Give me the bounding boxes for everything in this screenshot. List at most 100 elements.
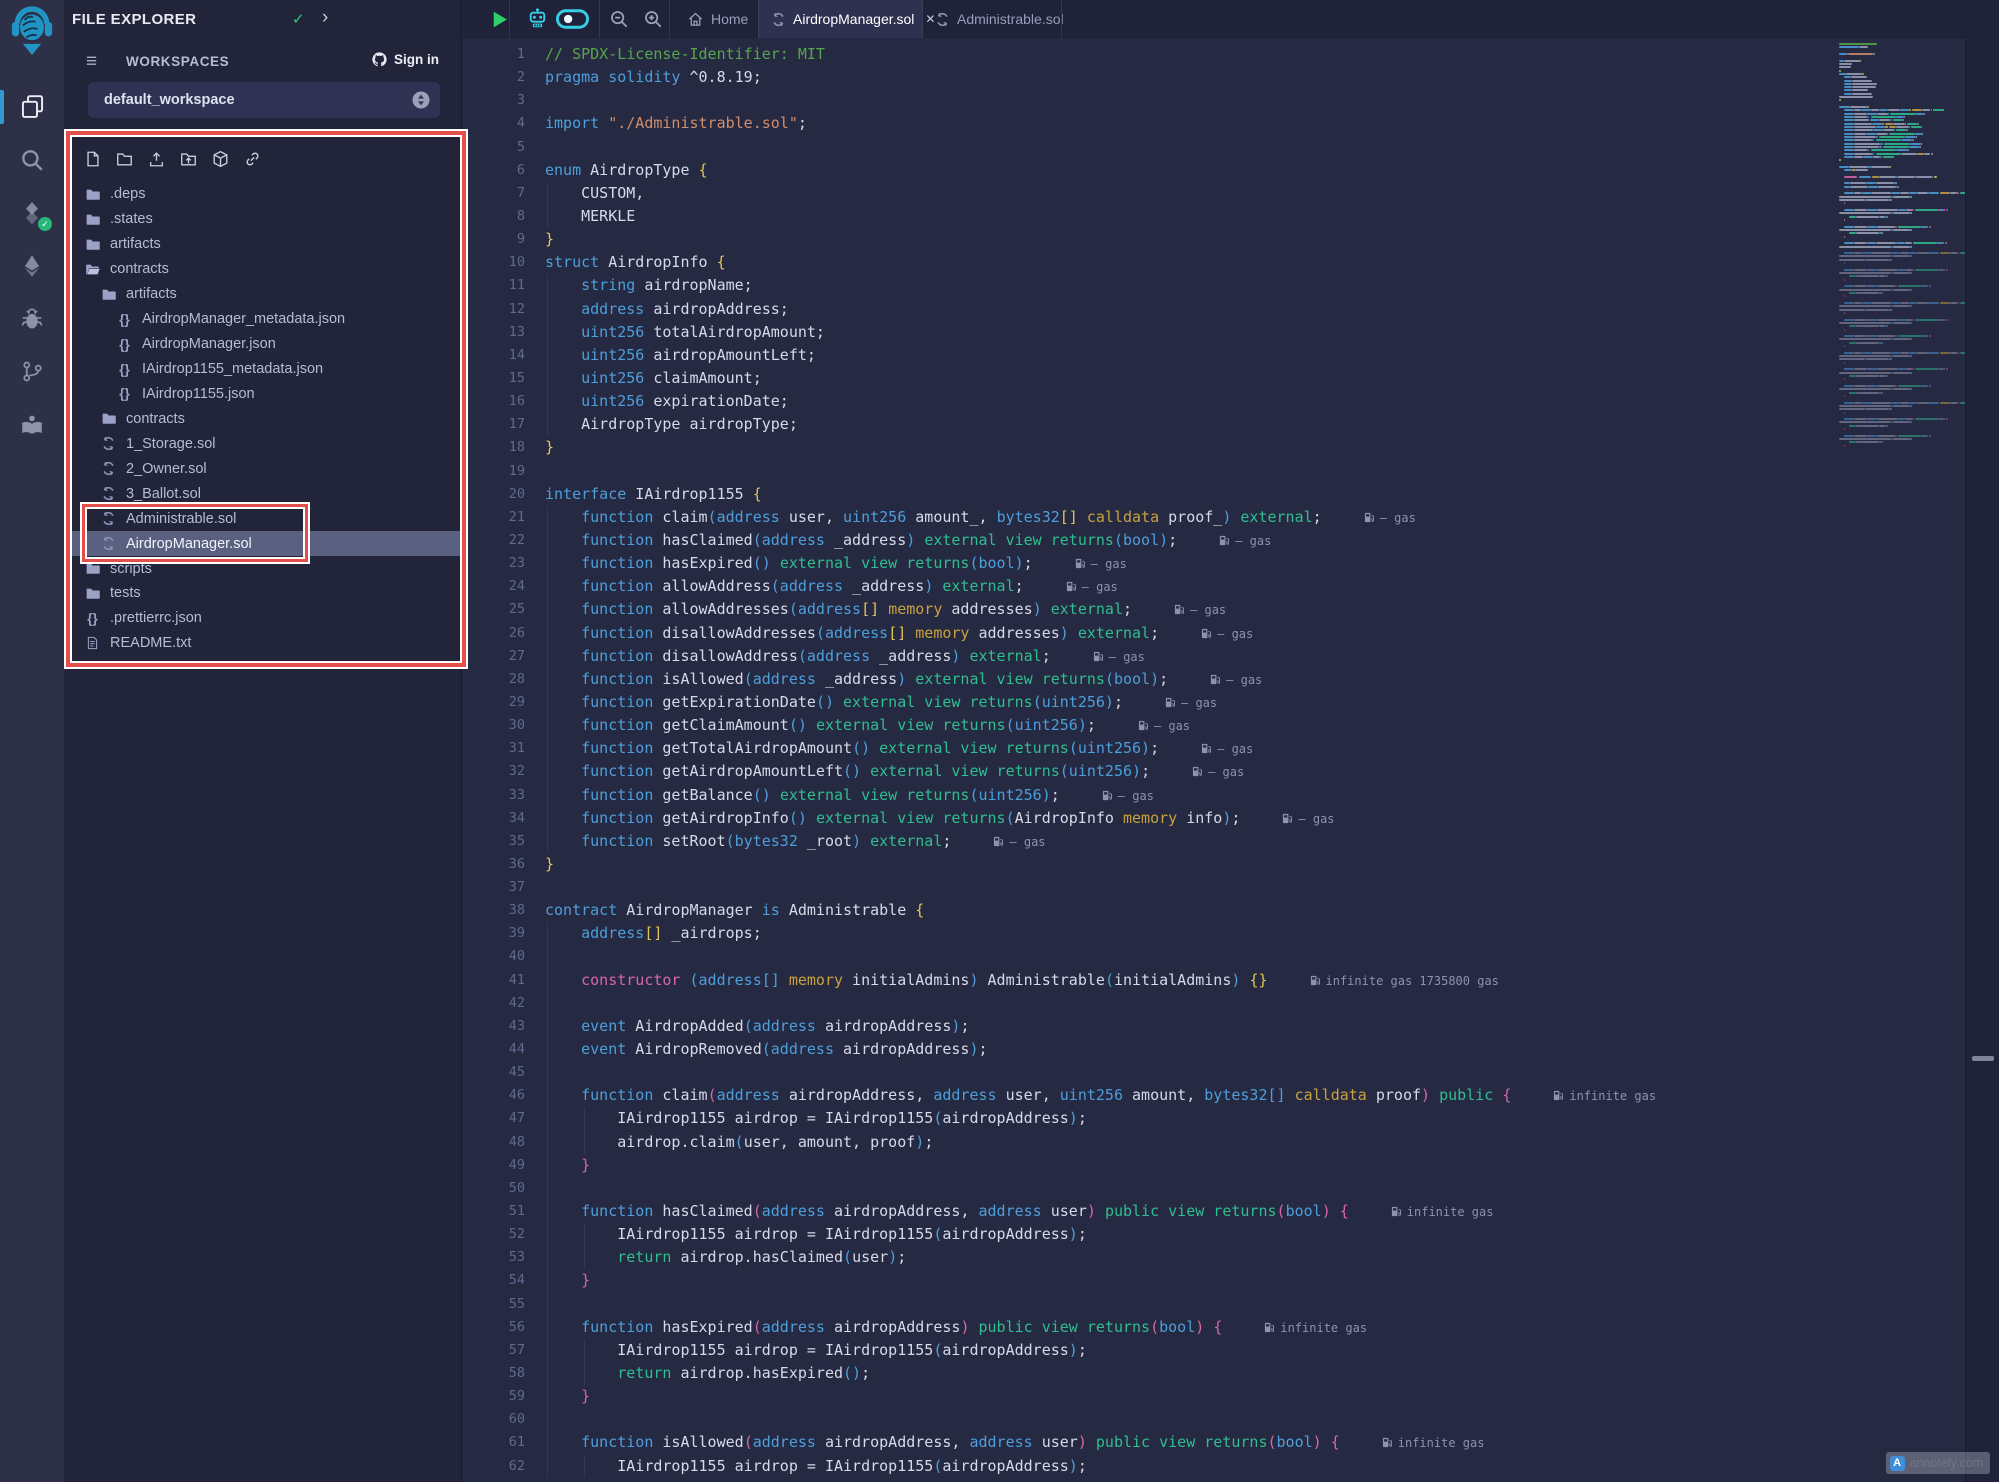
code-line-10[interactable]: 10struct AirdropInfo { xyxy=(463,251,1835,274)
code-line-41[interactable]: 41 constructor (address[] memory initial… xyxy=(463,969,1835,992)
code-line-38[interactable]: 38contract AirdropManager is Administrab… xyxy=(463,899,1835,922)
code-line-49[interactable]: 49 } xyxy=(463,1154,1835,1177)
code-line-37[interactable]: 37 xyxy=(463,876,1835,899)
code-line-2[interactable]: 2pragma solidity ^0.8.19; xyxy=(463,66,1835,89)
tree-item--prettierrc-json[interactable]: {}.prettierrc.json xyxy=(64,606,461,631)
code-line-7[interactable]: 7 CUSTOM, xyxy=(463,182,1835,205)
code-line-35[interactable]: 35 function setRoot(bytes32 _root) exter… xyxy=(463,830,1835,853)
run-script-button[interactable] xyxy=(489,0,510,38)
code-line-31[interactable]: 31 function getTotalAirdropAmount() exte… xyxy=(463,737,1835,760)
tree-item-iairdrop1155-json[interactable]: {}IAirdrop1155.json xyxy=(64,382,461,407)
code-line-22[interactable]: 22 function hasClaimed(address _address)… xyxy=(463,529,1835,552)
zoom-in-button[interactable] xyxy=(643,0,663,38)
tree-item-iairdrop1155-metadata-json[interactable]: {}IAirdrop1155_metadata.json xyxy=(64,357,461,382)
code-line-54[interactable]: 54 } xyxy=(463,1269,1835,1292)
code-line-15[interactable]: 15 uint256 claimAmount; xyxy=(463,367,1835,390)
code-line-19[interactable]: 19 xyxy=(463,460,1835,483)
code-line-4[interactable]: 4import "./Administrable.sol"; xyxy=(463,112,1835,135)
code-line-48[interactable]: 48 airdrop.claim(user, amount, proof); xyxy=(463,1131,1835,1154)
code-line-32[interactable]: 32 function getAirdropAmountLeft() exter… xyxy=(463,760,1835,783)
import-link-button[interactable] xyxy=(243,150,262,168)
new-folder-button[interactable] xyxy=(115,150,134,168)
tree-item--deps[interactable]: .deps xyxy=(64,182,461,207)
code-line-58[interactable]: 58 return airdrop.hasExpired(); xyxy=(463,1362,1835,1385)
workspace-select[interactable]: default_workspace xyxy=(88,82,440,118)
tree-item-contracts[interactable]: contracts xyxy=(64,406,461,431)
code-line-60[interactable]: 60 xyxy=(463,1408,1835,1431)
tree-item-airdropmanager-metadata-json[interactable]: {}AirdropManager_metadata.json xyxy=(64,307,461,332)
code-line-27[interactable]: 27 function disallowAddress(address _add… xyxy=(463,645,1835,668)
code-line-50[interactable]: 50 xyxy=(463,1177,1835,1200)
code-line-20[interactable]: 20interface IAirdrop1155 { xyxy=(463,483,1835,506)
activity-item-learneth[interactable] xyxy=(0,398,64,451)
tree-item-1-storage-sol[interactable]: 1_Storage.sol xyxy=(64,431,461,456)
tree-item-readme-txt[interactable]: README.txt xyxy=(64,631,461,656)
tab-airdropmanager-sol[interactable]: AirdropManager.sol✕ xyxy=(758,0,923,38)
code-line-14[interactable]: 14 uint256 airdropAmountLeft; xyxy=(463,344,1835,367)
code-line-44[interactable]: 44 event AirdropRemoved(address airdropA… xyxy=(463,1038,1835,1061)
sign-in-button[interactable]: Sign in xyxy=(371,51,439,68)
tree-item-artifacts[interactable]: artifacts xyxy=(64,282,461,307)
code-editor[interactable]: 1// SPDX-License-Identifier: MIT2pragma … xyxy=(463,39,1835,1482)
tree-item-artifacts[interactable]: artifacts xyxy=(64,232,461,257)
code-line-53[interactable]: 53 return airdrop.hasClaimed(user); xyxy=(463,1246,1835,1269)
code-line-12[interactable]: 12 address airdropAddress; xyxy=(463,298,1835,321)
hamburger-menu-icon[interactable]: ≡ xyxy=(86,52,97,71)
activity-item-file-explorer[interactable] xyxy=(0,80,64,133)
code-line-25[interactable]: 25 function allowAddresses(address[] mem… xyxy=(463,598,1835,621)
code-line-57[interactable]: 57 IAirdrop1155 airdrop = IAirdrop1155(a… xyxy=(463,1339,1835,1362)
new-file-button[interactable] xyxy=(84,150,102,168)
tree-item-contracts[interactable]: contracts xyxy=(64,257,461,282)
code-line-61[interactable]: 61 function isAllowed(address airdropAdd… xyxy=(463,1431,1835,1454)
code-line-26[interactable]: 26 function disallowAddresses(address[] … xyxy=(463,622,1835,645)
code-line-11[interactable]: 11 string airdropName; xyxy=(463,274,1835,297)
tree-item-2-owner-sol[interactable]: 2_Owner.sol xyxy=(64,456,461,481)
code-line-13[interactable]: 13 uint256 totalAirdropAmount; xyxy=(463,321,1835,344)
code-line-29[interactable]: 29 function getExpirationDate() external… xyxy=(463,691,1835,714)
code-line-30[interactable]: 30 function getClaimAmount() external vi… xyxy=(463,714,1835,737)
tree-item-airdropmanager-json[interactable]: {}AirdropManager.json xyxy=(64,332,461,357)
code-line-28[interactable]: 28 function isAllowed(address _address) … xyxy=(463,668,1835,691)
code-line-62[interactable]: 62 IAirdrop1155 airdrop = IAirdrop1155(a… xyxy=(463,1455,1835,1478)
tab-home[interactable]: Home xyxy=(675,0,751,38)
code-line-8[interactable]: 8 MERKLE xyxy=(463,205,1835,228)
scrollbar-thumb[interactable] xyxy=(1972,1056,1994,1061)
code-line-45[interactable]: 45 xyxy=(463,1061,1835,1084)
code-line-18[interactable]: 18} xyxy=(463,436,1835,459)
code-line-40[interactable]: 40 xyxy=(463,945,1835,968)
upload-file-button[interactable] xyxy=(147,150,166,168)
code-line-42[interactable]: 42 xyxy=(463,992,1835,1015)
code-line-9[interactable]: 9} xyxy=(463,228,1835,251)
code-line-16[interactable]: 16 uint256 expirationDate; xyxy=(463,390,1835,413)
code-line-56[interactable]: 56 function hasExpired(address airdropAd… xyxy=(463,1316,1835,1339)
ai-toggle-button[interactable] xyxy=(556,0,589,38)
tree-item--states[interactable]: .states xyxy=(64,207,461,232)
activity-item-search[interactable] xyxy=(0,133,64,186)
tree-item-airdropmanager-sol[interactable]: AirdropManager.sol xyxy=(64,531,461,556)
tree-item-scripts[interactable]: scripts xyxy=(64,556,461,581)
code-line-36[interactable]: 36} xyxy=(463,853,1835,876)
code-line-5[interactable]: 5 xyxy=(463,136,1835,159)
tree-item-3-ballot-sol[interactable]: 3_Ballot.sol xyxy=(64,481,461,506)
activity-item-solidity-compiler[interactable]: ✓ xyxy=(0,186,64,239)
code-line-24[interactable]: 24 function allowAddress(address _addres… xyxy=(463,575,1835,598)
upload-folder-button[interactable] xyxy=(179,150,198,168)
code-line-43[interactable]: 43 event AirdropAdded(address airdropAdd… xyxy=(463,1015,1835,1038)
tab-administrable-sol[interactable]: Administrable.sol xyxy=(923,0,1061,38)
import-box-button[interactable] xyxy=(211,150,230,168)
code-line-34[interactable]: 34 function getAirdropInfo() external vi… xyxy=(463,807,1835,830)
chevron-right-icon[interactable]: › xyxy=(322,7,328,29)
tree-item-administrable-sol[interactable]: Administrable.sol xyxy=(64,506,461,531)
minimap[interactable] xyxy=(1835,39,1963,1482)
code-line-52[interactable]: 52 IAirdrop1155 airdrop = IAirdrop1155(a… xyxy=(463,1223,1835,1246)
zoom-out-button[interactable] xyxy=(609,0,629,38)
code-line-17[interactable]: 17 AirdropType airdropType; xyxy=(463,413,1835,436)
code-line-21[interactable]: 21 function claim(address user, uint256 … xyxy=(463,506,1835,529)
code-line-6[interactable]: 6enum AirdropType { xyxy=(463,159,1835,182)
code-line-59[interactable]: 59 } xyxy=(463,1385,1835,1408)
ai-assistant-button[interactable] xyxy=(525,0,550,38)
code-line-47[interactable]: 47 IAirdrop1155 airdrop = IAirdrop1155(a… xyxy=(463,1107,1835,1130)
code-line-33[interactable]: 33 function getBalance() external view r… xyxy=(463,784,1835,807)
code-line-51[interactable]: 51 function hasClaimed(address airdropAd… xyxy=(463,1200,1835,1223)
code-line-55[interactable]: 55 xyxy=(463,1293,1835,1316)
